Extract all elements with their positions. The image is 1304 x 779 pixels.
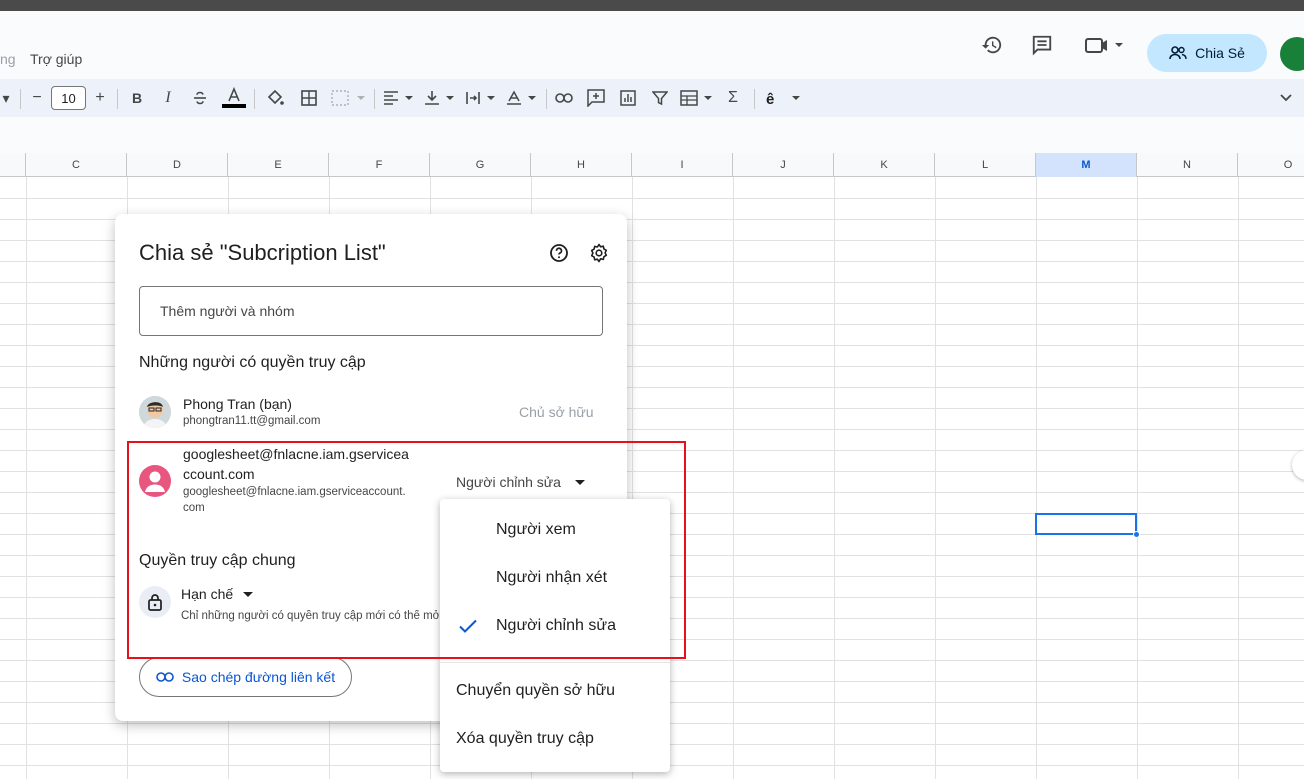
link-icon [156, 672, 174, 682]
column-header-m[interactable]: M [1036, 153, 1137, 177]
toolbar-divider [546, 89, 547, 109]
fill-handle[interactable] [1133, 531, 1140, 538]
selected-cell[interactable] [1035, 513, 1137, 535]
avatar [139, 396, 171, 428]
menu-item-partial[interactable]: ng [0, 51, 16, 67]
toolbar-divider [20, 89, 21, 109]
help-icon[interactable] [548, 242, 570, 264]
grid-column-line [26, 177, 27, 779]
column-header-f[interactable]: F [329, 153, 430, 177]
functions-button[interactable]: Σ [726, 79, 740, 117]
toolbar-divider [254, 89, 255, 109]
column-header-c[interactable]: C [26, 153, 127, 177]
font-size-input[interactable]: 10 [51, 86, 86, 110]
person-name: Phong Tran (bạn) [183, 396, 292, 412]
column-header-o[interactable]: O [1238, 153, 1304, 177]
borders-icon[interactable] [299, 79, 319, 117]
fill-color-icon[interactable] [265, 79, 285, 117]
column-header-l[interactable]: L [935, 153, 1036, 177]
account-avatar[interactable] [1280, 37, 1304, 71]
owner-role-label: Chủ sở hữu [519, 404, 594, 420]
grid-row-line [0, 198, 1304, 199]
link-icon[interactable] [554, 79, 574, 117]
toolbar-divider [117, 89, 118, 109]
menu-item-label: Xóa quyền truy cập [456, 730, 594, 747]
increase-font-button[interactable]: + [93, 79, 107, 117]
chevron-down-icon[interactable]: ▾ [0, 79, 12, 117]
merge-cells-icon[interactable] [330, 79, 366, 117]
history-icon[interactable] [980, 33, 1004, 57]
app-header: ng Trợ giúp Chia Sẻ [0, 11, 1304, 79]
italic-button[interactable]: I [161, 79, 175, 117]
window-top-strip [0, 0, 1304, 11]
share-button-label: Chia Sẻ [1195, 45, 1245, 61]
text-wrap-icon[interactable] [465, 79, 497, 117]
column-header-i[interactable]: I [632, 153, 733, 177]
column-header-g[interactable]: G [430, 153, 531, 177]
column-header-h[interactable]: H [531, 153, 632, 177]
table-view-icon[interactable] [680, 79, 714, 117]
video-call-icon[interactable] [1085, 33, 1125, 57]
grid-column-line [1137, 177, 1138, 779]
person-row-owner: Phong Tran (bạn) phongtran11.tt@gmail.co… [139, 394, 609, 430]
grid-column-line [834, 177, 835, 779]
grid-column-line [1036, 177, 1037, 779]
insert-comment-icon[interactable] [586, 79, 606, 117]
comment-icon[interactable] [1030, 33, 1054, 57]
grid-column-line [935, 177, 936, 779]
insert-chart-icon[interactable] [618, 79, 638, 117]
menu-item-transfer-ownership[interactable]: Chuyển quyền sở hữu [440, 667, 670, 715]
strikethrough-icon[interactable] [191, 79, 209, 117]
column-header-e[interactable]: E [228, 153, 329, 177]
highlight-box [127, 441, 686, 659]
column-header-k[interactable]: K [834, 153, 935, 177]
settings-gear-icon[interactable] [588, 242, 610, 264]
column-header-n[interactable]: N [1137, 153, 1238, 177]
dialog-title: Chia sẻ "Subcription List" [139, 240, 386, 265]
text-color-icon[interactable] [222, 79, 246, 117]
input-tools-icon[interactable]: ê [766, 79, 802, 117]
toolbar-divider [374, 89, 375, 109]
people-icon [1169, 46, 1187, 60]
menu-item-remove-access[interactable]: Xóa quyền truy cập [440, 715, 670, 763]
text-rotation-icon[interactable] [506, 79, 538, 117]
grid-column-line [733, 177, 734, 779]
people-section-title: Những người có quyền truy cập [139, 354, 366, 371]
column-header-d[interactable]: D [127, 153, 228, 177]
align-left-icon[interactable] [383, 79, 415, 117]
copy-link-label: Sao chép đường liên kết [181, 669, 336, 685]
add-people-input[interactable] [139, 286, 603, 336]
person-email: phongtran11.tt@gmail.com [183, 415, 321, 427]
bold-button[interactable]: B [130, 79, 144, 117]
column-headers: C D E F G H I J K L M N O [0, 153, 1304, 177]
vertical-align-icon[interactable] [424, 79, 456, 117]
copy-link-button[interactable]: Sao chép đường liên kết [139, 657, 352, 697]
menu-divider [440, 662, 670, 663]
chevron-down-icon[interactable] [1278, 79, 1294, 117]
share-button[interactable]: Chia Sẻ [1147, 34, 1267, 72]
formatting-toolbar: ▾ − 10 + B I Σ ê [0, 79, 1304, 117]
filter-icon[interactable] [650, 79, 670, 117]
column-header-partial[interactable] [0, 153, 26, 177]
side-panel-button[interactable] [1292, 450, 1304, 480]
grid-column-line [1238, 177, 1239, 779]
menu-item-label: Chuyển quyền sở hữu [456, 682, 616, 699]
svg-text:ê: ê [766, 91, 774, 107]
decrease-font-button[interactable]: − [30, 79, 44, 117]
column-header-j[interactable]: J [733, 153, 834, 177]
formula-bar-area [0, 117, 1304, 153]
menu-item-help[interactable]: Trợ giúp [30, 51, 82, 67]
toolbar-divider [754, 89, 755, 109]
